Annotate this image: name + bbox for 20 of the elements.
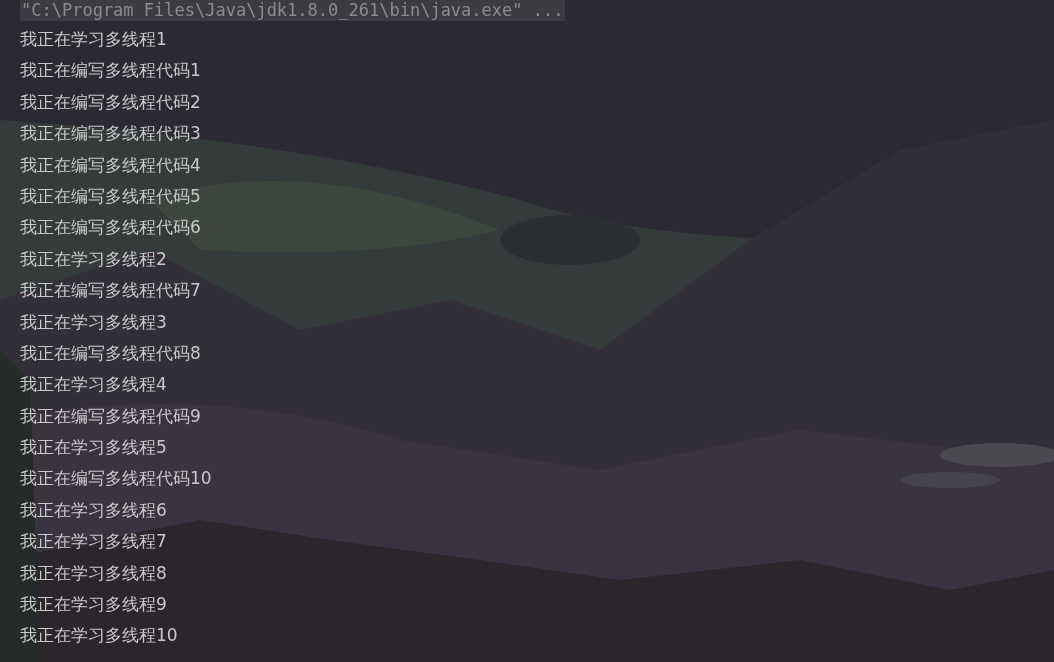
console-line: 我正在编写多线程代码6 [20, 216, 202, 240]
console-line: 我正在学习多线程3 [20, 310, 168, 334]
console-line: 我正在学习多线程9 [20, 593, 168, 617]
console-line: 我正在学习多线程7 [20, 530, 168, 554]
console-line: 我正在学习多线程10 [20, 624, 179, 648]
console-line: 我正在学习多线程6 [20, 498, 168, 522]
console-line: 我正在编写多线程代码8 [20, 341, 202, 365]
console-line: 我正在编写多线程代码10 [20, 467, 212, 491]
console-line: 我正在编写多线程代码4 [20, 153, 202, 177]
console-line: 我正在编写多线程代码2 [20, 90, 202, 114]
console-line: 我正在编写多线程代码7 [20, 279, 202, 303]
console-line: 我正在编写多线程代码5 [20, 184, 202, 208]
console-line: 我正在学习多线程8 [20, 561, 168, 585]
console-line: 我正在学习多线程1 [20, 28, 168, 51]
console-line: 我正在编写多线程代码9 [20, 404, 202, 428]
console-line: 我正在学习多线程5 [20, 436, 168, 460]
console-line: 我正在编写多线程代码3 [20, 122, 202, 146]
console-line: 我正在编写多线程代码1 [20, 59, 202, 83]
console-line: 我正在学习多线程2 [20, 247, 168, 271]
console-line: 我正在学习多线程4 [20, 373, 168, 397]
